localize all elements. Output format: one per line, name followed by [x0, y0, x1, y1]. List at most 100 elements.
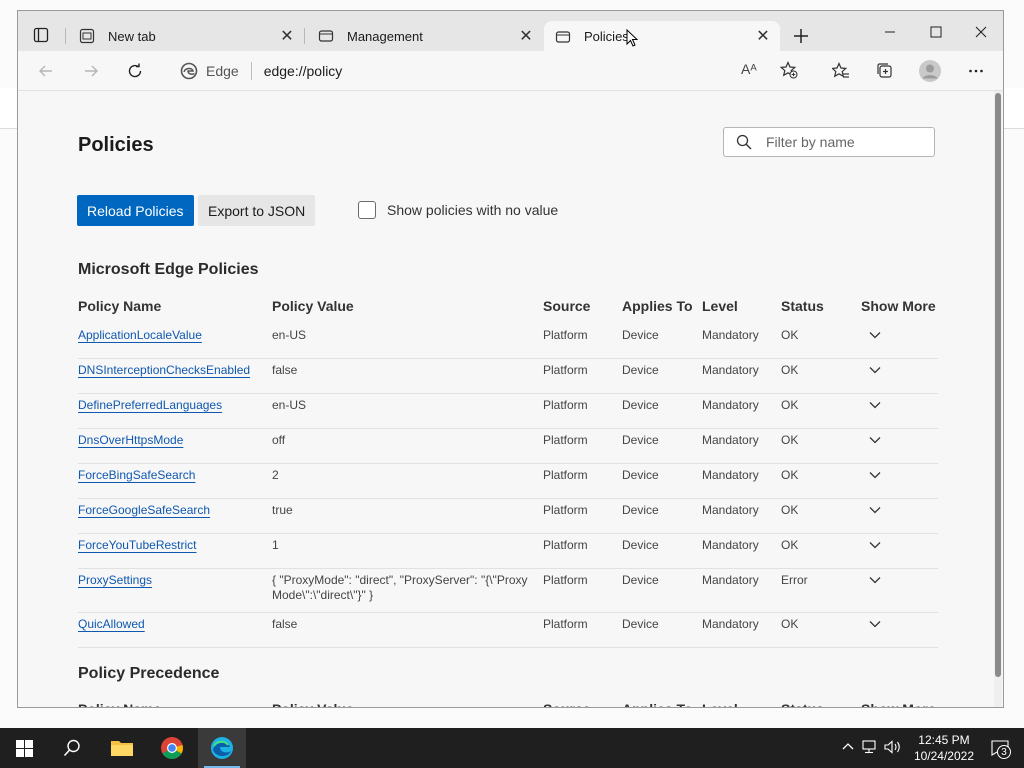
show-more-button[interactable]	[868, 363, 882, 380]
close-tab-icon[interactable]: ✕	[278, 27, 296, 45]
table-header: Policy Name Policy Value Source Applies …	[78, 294, 938, 324]
policy-status: OK	[781, 328, 799, 342]
windows-logo-icon	[15, 739, 33, 757]
page-scrollbar[interactable]	[994, 91, 1002, 707]
minimize-button[interactable]	[867, 19, 913, 45]
show-more-button[interactable]	[868, 538, 882, 555]
policy-name-link[interactable]: QuicAllowed	[78, 617, 145, 631]
filter-input[interactable]	[764, 133, 928, 151]
close-window-button[interactable]	[958, 19, 1003, 45]
policy-name-link[interactable]: DefinePreferredLanguages	[78, 398, 222, 412]
tab-separator	[65, 28, 66, 44]
policy-applies-to: Device	[622, 503, 659, 517]
show-no-value-checkbox[interactable]	[358, 201, 376, 219]
address-bar[interactable]: Edge edge://policy Aᴬ	[166, 55, 816, 87]
policy-name-link[interactable]: ForceYouTubeRestrict	[78, 538, 197, 552]
column-header: Show More	[861, 701, 936, 707]
policy-applies-to: Device	[622, 398, 659, 412]
policy-name-link[interactable]: ForceBingSafeSearch	[78, 468, 195, 482]
refresh-button[interactable]	[121, 57, 149, 85]
table-row: DefinePreferredLanguages en-US Platform …	[78, 394, 938, 429]
start-button[interactable]	[0, 728, 48, 768]
clock[interactable]: 12:45 PM 10/24/2022	[914, 732, 974, 764]
scrollbar-thumb[interactable]	[995, 93, 1001, 677]
chevron-up-icon[interactable]	[842, 741, 854, 756]
search-icon	[63, 739, 80, 757]
policy-applies-to: Device	[622, 468, 659, 482]
tab-actions-icon	[33, 27, 49, 43]
tab-new-tab[interactable]: New tab ✕	[68, 21, 304, 51]
taskbar: 12:45 PM 10/24/2022 3	[0, 728, 1024, 768]
show-no-value-toggle[interactable]: Show policies with no value	[358, 201, 558, 219]
page-icon	[317, 27, 335, 45]
back-button[interactable]	[32, 57, 60, 85]
file-explorer-button[interactable]	[98, 728, 146, 768]
tab-separator	[304, 28, 305, 44]
search-button[interactable]	[48, 728, 96, 768]
policy-status: OK	[781, 503, 799, 517]
settings-more-button[interactable]	[962, 57, 990, 85]
edge-taskbar-button[interactable]	[198, 728, 246, 768]
close-tab-icon[interactable]: ✕	[517, 27, 535, 45]
reload-policies-button[interactable]: Reload Policies	[77, 195, 194, 226]
read-aloud-button[interactable]: Aᴬ	[741, 61, 757, 77]
chevron-down-icon	[869, 542, 881, 549]
read-aloud-icon: Aᴬ	[741, 61, 757, 77]
filter-box[interactable]	[723, 127, 935, 157]
policy-source: Platform	[543, 503, 588, 517]
collections-button[interactable]	[871, 57, 899, 85]
favorites-icon	[832, 62, 849, 78]
tab-policies[interactable]: Policies ✕	[544, 21, 780, 52]
url-text[interactable]: edge://policy	[264, 63, 343, 79]
chevron-down-icon	[869, 472, 881, 479]
show-more-button[interactable]	[868, 398, 882, 415]
policy-level: Mandatory	[702, 328, 759, 342]
policy-status: OK	[781, 538, 799, 552]
policy-level: Mandatory	[702, 363, 759, 377]
policy-table: Policy Name Policy Value Source Applies …	[78, 294, 938, 648]
column-header: Policy Name	[78, 701, 161, 707]
show-more-button[interactable]	[868, 573, 882, 590]
policy-name-link[interactable]: ProxySettings	[78, 573, 152, 587]
show-more-button[interactable]	[868, 328, 882, 345]
maximize-icon	[930, 26, 942, 38]
notification-count-badge: 3	[997, 745, 1011, 759]
policy-name-link[interactable]: DnsOverHttpsMode	[78, 433, 183, 447]
tab-management[interactable]: Management ✕	[307, 21, 543, 51]
policy-status: OK	[781, 617, 799, 631]
new-tab-button[interactable]	[790, 25, 812, 47]
export-json-button[interactable]: Export to JSON	[198, 195, 316, 226]
clock-time: 12:45 PM	[918, 733, 970, 747]
page-title: Policies	[78, 134, 154, 156]
policy-source: Platform	[543, 573, 588, 587]
mouse-cursor-icon	[626, 29, 638, 47]
column-header: Source	[543, 298, 591, 314]
policy-level: Mandatory	[702, 617, 759, 631]
show-more-button[interactable]	[868, 433, 882, 450]
notification-center-button[interactable]: 3	[986, 734, 1014, 762]
maximize-button[interactable]	[913, 19, 959, 45]
show-more-button[interactable]	[868, 468, 882, 485]
show-more-button[interactable]	[868, 617, 882, 634]
volume-icon[interactable]	[884, 739, 902, 757]
tab-actions-button[interactable]	[26, 20, 56, 50]
chrome-button[interactable]	[148, 728, 196, 768]
chevron-down-icon	[869, 367, 881, 374]
policy-name-link[interactable]: ApplicationLocaleValue	[78, 328, 202, 342]
add-favorite-button[interactable]	[779, 61, 798, 82]
column-header: Source	[543, 701, 590, 707]
show-more-button[interactable]	[868, 503, 882, 520]
forward-button[interactable]	[77, 57, 105, 85]
close-tab-icon[interactable]: ✕	[754, 27, 772, 45]
profile-button[interactable]	[916, 57, 944, 85]
network-icon[interactable]	[862, 739, 878, 757]
policy-name-link[interactable]: ForceGoogleSafeSearch	[78, 503, 210, 517]
tab-label: New tab	[108, 28, 156, 44]
policy-value: en-US	[272, 398, 307, 412]
precedence-table-header: Policy Name Policy Value Source Applies …	[78, 697, 938, 707]
favorites-button[interactable]	[827, 57, 855, 85]
policy-value: false	[272, 363, 298, 377]
policy-source: Platform	[543, 538, 588, 552]
policy-name-link[interactable]: DNSInterceptionChecksEnabled	[78, 363, 250, 377]
chevron-down-icon	[869, 577, 881, 584]
